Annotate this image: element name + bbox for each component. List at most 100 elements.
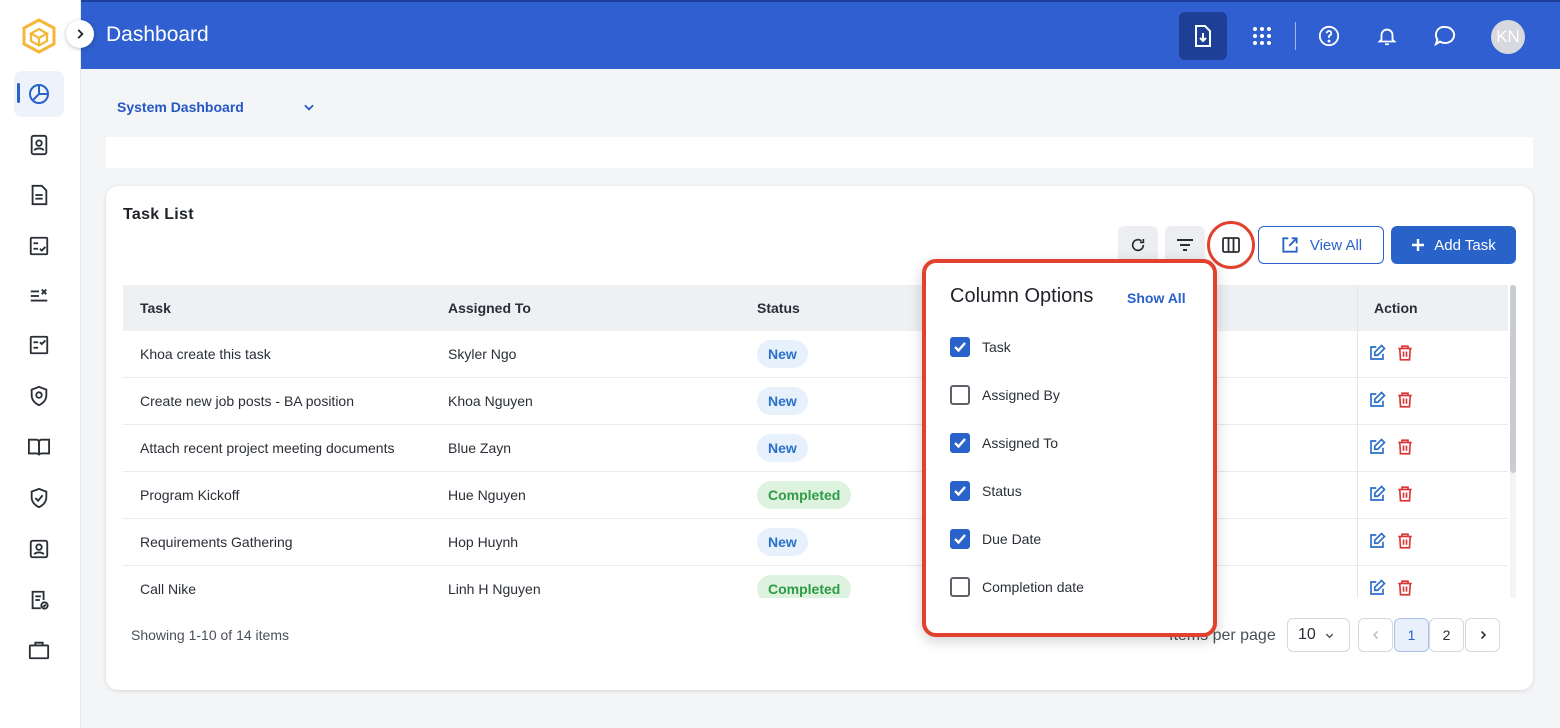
- task-name[interactable]: Requirements Gathering: [140, 534, 293, 550]
- column-header-assigned-to[interactable]: Assigned To: [448, 300, 531, 316]
- option-label: Assigned By: [982, 387, 1060, 403]
- table-row[interactable]: Call Nike Linh H Nguyen Completed: [123, 566, 1508, 598]
- task-name[interactable]: Program Kickoff: [140, 487, 239, 503]
- next-page-button[interactable]: [1465, 618, 1500, 652]
- page-button-2[interactable]: 2: [1429, 618, 1464, 652]
- checklist-icon: [28, 235, 50, 257]
- messages-button[interactable]: [1421, 12, 1469, 60]
- help-circle-icon: [1318, 25, 1340, 47]
- column-option-due-date[interactable]: Due Date: [950, 529, 1041, 549]
- file-download-icon: [1192, 24, 1214, 48]
- trash-icon[interactable]: [1396, 344, 1414, 362]
- status-badge: New: [757, 387, 808, 415]
- notifications-button[interactable]: [1363, 12, 1411, 60]
- sidebar-item-dashboard[interactable]: [14, 71, 64, 117]
- document-verified-icon: [28, 589, 50, 611]
- pie-chart-icon: [27, 82, 51, 106]
- sidebar-item-list-cross[interactable]: [14, 273, 64, 319]
- sidebar-item-library[interactable]: [14, 424, 64, 470]
- task-name[interactable]: Khoa create this task: [140, 346, 271, 362]
- column-option-status[interactable]: Status: [950, 481, 1022, 501]
- checkbox-checked[interactable]: [950, 433, 970, 453]
- table-scrollbar[interactable]: [1510, 285, 1516, 598]
- add-task-label: Add Task: [1434, 236, 1496, 254]
- show-all-button[interactable]: Show All: [1127, 290, 1186, 306]
- table-row[interactable]: Program Kickoff Hue Nguyen Completed: [123, 472, 1508, 519]
- sidebar-item-checklist[interactable]: [14, 223, 64, 269]
- trash-icon[interactable]: [1396, 391, 1414, 409]
- trash-icon[interactable]: [1396, 532, 1414, 550]
- edit-icon[interactable]: [1368, 438, 1386, 456]
- dashboard-filter-strip: [106, 137, 1533, 168]
- sidebar-item-projects[interactable]: [14, 627, 64, 673]
- table-row[interactable]: Requirements Gathering Hop Huynh New: [123, 519, 1508, 566]
- trash-icon[interactable]: [1396, 579, 1414, 597]
- assignee: Linh H Nguyen: [448, 581, 541, 597]
- prev-page-button[interactable]: [1358, 618, 1393, 652]
- table-row[interactable]: Attach recent project meeting documents …: [123, 425, 1508, 472]
- page-button-1[interactable]: 1: [1394, 618, 1429, 652]
- bell-icon: [1376, 24, 1398, 48]
- task-name[interactable]: Create new job posts - BA position: [140, 393, 354, 409]
- import-button[interactable]: [1179, 12, 1227, 60]
- chevron-right-icon: [1477, 629, 1489, 641]
- column-header-task[interactable]: Task: [140, 300, 171, 316]
- checkbox-unchecked[interactable]: [950, 577, 970, 597]
- table-row[interactable]: Khoa create this task Skyler Ngo New: [123, 331, 1508, 378]
- checkbox-checked[interactable]: [950, 337, 970, 357]
- task-checklist-icon: [28, 334, 50, 356]
- status-badge: New: [757, 340, 808, 368]
- trash-icon[interactable]: [1396, 485, 1414, 503]
- app-logo-icon: [22, 18, 56, 54]
- edit-icon[interactable]: [1368, 532, 1386, 550]
- dashboard-selector[interactable]: System Dashboard: [117, 99, 244, 115]
- edit-icon[interactable]: [1368, 344, 1386, 362]
- columns-icon: [1222, 237, 1240, 253]
- assignee: Skyler Ngo: [448, 346, 517, 362]
- sidebar-item-tasks[interactable]: [14, 322, 64, 368]
- edit-icon[interactable]: [1368, 485, 1386, 503]
- apps-button[interactable]: [1238, 12, 1286, 60]
- edit-icon[interactable]: [1368, 391, 1386, 409]
- scrollbar-thumb[interactable]: [1510, 285, 1516, 473]
- card-title: Task List: [123, 206, 194, 223]
- checkbox-checked[interactable]: [950, 529, 970, 549]
- chevron-down-icon[interactable]: [302, 100, 316, 114]
- sidebar-expand-button[interactable]: [66, 20, 94, 48]
- task-name[interactable]: Attach recent project meeting documents: [140, 440, 394, 456]
- assignee: Blue Zayn: [448, 440, 512, 456]
- row-actions: [1368, 391, 1414, 409]
- column-options-button[interactable]: [1207, 221, 1255, 269]
- column-option-task[interactable]: Task: [950, 337, 1011, 357]
- checkbox-unchecked[interactable]: [950, 385, 970, 405]
- sidebar-item-security[interactable]: [14, 373, 64, 419]
- filter-icon: [1176, 238, 1194, 252]
- view-all-button[interactable]: View All: [1258, 226, 1384, 264]
- row-actions: [1368, 579, 1414, 597]
- help-button[interactable]: [1305, 12, 1353, 60]
- user-avatar[interactable]: KN: [1491, 20, 1525, 54]
- table-row[interactable]: Create new job posts - BA position Khoa …: [123, 378, 1508, 425]
- assignee: Hue Nguyen: [448, 487, 526, 503]
- items-per-page-select[interactable]: 10: [1287, 618, 1350, 652]
- sidebar-item-contacts[interactable]: [14, 122, 64, 168]
- plus-icon: [1411, 238, 1425, 252]
- checkbox-checked[interactable]: [950, 481, 970, 501]
- trash-icon[interactable]: [1396, 438, 1414, 456]
- sidebar-item-documents[interactable]: [14, 172, 64, 218]
- sidebar-item-users[interactable]: [14, 526, 64, 572]
- edit-icon[interactable]: [1368, 579, 1386, 597]
- popover-title: Column Options: [950, 285, 1094, 307]
- sidebar-item-approvals[interactable]: [14, 577, 64, 623]
- chat-bubble-icon: [1433, 24, 1457, 48]
- add-task-button[interactable]: Add Task: [1391, 226, 1516, 264]
- column-option-completion-date[interactable]: Completion date: [950, 577, 1084, 597]
- column-option-assigned-by[interactable]: Assigned By: [950, 385, 1060, 405]
- table-header: Task Assigned To Status Action: [123, 285, 1508, 331]
- sidebar-item-compliance[interactable]: [14, 475, 64, 521]
- option-label: Status: [982, 483, 1022, 499]
- task-name[interactable]: Call Nike: [140, 581, 196, 597]
- contact-card-icon: [28, 134, 50, 156]
- column-option-assigned-to[interactable]: Assigned To: [950, 433, 1058, 453]
- column-header-status[interactable]: Status: [757, 300, 800, 316]
